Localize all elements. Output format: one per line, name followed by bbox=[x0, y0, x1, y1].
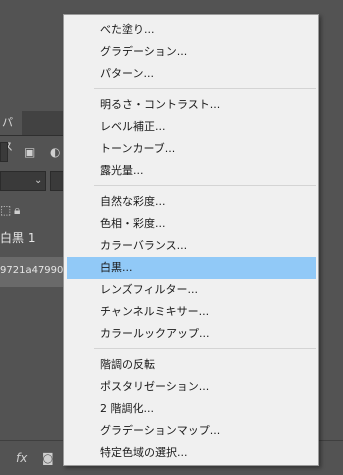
adjustment-filter-icon[interactable]: ◐ bbox=[50, 146, 60, 158]
menu-item[interactable]: 露光量... bbox=[67, 160, 316, 182]
lock-pixels-icon[interactable]: ⬚ bbox=[0, 204, 11, 216]
lock-icon[interactable]: 🔒︎ bbox=[14, 204, 20, 216]
menu-item[interactable]: 自然な彩度... bbox=[67, 191, 316, 213]
tab-paths[interactable]: パス bbox=[0, 111, 22, 153]
add-mask-icon[interactable]: ◙ bbox=[42, 452, 54, 464]
menu-item[interactable]: トーンカーブ... bbox=[67, 138, 316, 160]
right-panel-strip bbox=[318, 0, 343, 474]
menu-item[interactable]: チャンネルミキサー... bbox=[67, 301, 316, 323]
menu-item[interactable]: カラールックアップ... bbox=[67, 323, 316, 345]
chevron-down-icon: ⌄ bbox=[34, 175, 43, 186]
layer-mask-name[interactable]: 9721a479906 bbox=[0, 265, 70, 276]
menu-separator bbox=[94, 185, 316, 186]
menu-item[interactable]: パターン... bbox=[67, 63, 316, 85]
menu-item[interactable]: 色相・彩度... bbox=[67, 213, 316, 235]
filter-kind-field[interactable] bbox=[0, 142, 8, 162]
menu-item[interactable]: レベル補正... bbox=[67, 116, 316, 138]
menu-item[interactable]: グラデーションマップ... bbox=[67, 420, 316, 442]
menu-item[interactable]: 明るさ・コントラスト... bbox=[67, 94, 316, 116]
menu-item[interactable]: ポスタリゼーション... bbox=[67, 376, 316, 398]
fx-icon[interactable]: fx bbox=[16, 452, 27, 464]
layer-name[interactable]: 白黒 1 bbox=[0, 229, 35, 246]
menu-separator bbox=[94, 88, 316, 89]
image-filter-icon[interactable]: ▣ bbox=[24, 146, 35, 158]
adjustment-layer-menu: べた塗り... グラデーション... パターン... 明るさ・コントラスト... レベル… bbox=[63, 14, 319, 466]
menu-separator bbox=[94, 348, 316, 349]
menu-item[interactable]: レンズフィルター... bbox=[67, 279, 316, 301]
menu-item[interactable]: 2 階調化... bbox=[67, 398, 316, 420]
menu-item[interactable]: べた塗り... bbox=[67, 19, 316, 41]
menu-item[interactable]: グラデーション... bbox=[67, 41, 316, 63]
menu-item[interactable]: 白黒... bbox=[67, 257, 316, 279]
menu-item[interactable]: 特定色域の選択... bbox=[67, 442, 316, 464]
menu-item[interactable]: カラーバランス... bbox=[67, 235, 316, 257]
menu-item[interactable]: 階調の反転 bbox=[67, 354, 316, 376]
